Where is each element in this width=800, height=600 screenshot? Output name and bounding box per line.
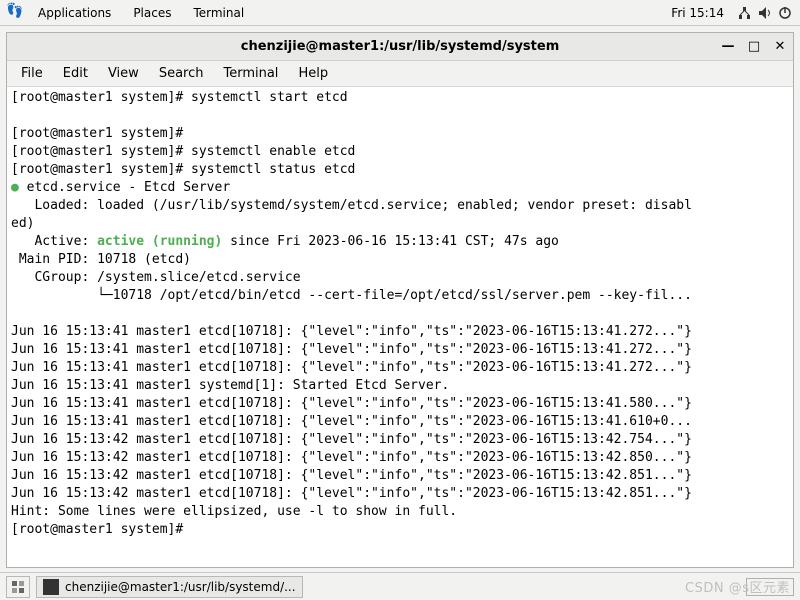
terminal-task-icon xyxy=(43,579,59,595)
window-title: chenzijie@master1:/usr/lib/systemd/syste… xyxy=(241,39,560,54)
applications-menu[interactable]: Applications xyxy=(28,2,121,24)
menu-terminal[interactable]: Terminal xyxy=(213,62,288,85)
bottom-panel: chenzijie@master1:/usr/lib/systemd/... xyxy=(0,572,800,600)
network-icon[interactable] xyxy=(736,4,754,22)
menubar: File Edit View Search Terminal Help xyxy=(7,61,793,87)
menu-view[interactable]: View xyxy=(98,62,149,85)
power-icon[interactable] xyxy=(776,4,794,22)
top-panel: Applications Places Terminal Fri 15:14 xyxy=(0,0,800,26)
menu-search[interactable]: Search xyxy=(149,62,214,85)
taskbar-item-terminal[interactable]: chenzijie@master1:/usr/lib/systemd/... xyxy=(36,576,303,598)
terminal-output[interactable]: [root@master1 system]# systemctl start e… xyxy=(7,87,793,567)
menu-edit[interactable]: Edit xyxy=(53,62,98,85)
active-app-label[interactable]: Terminal xyxy=(183,2,254,24)
terminal-window: chenzijie@master1:/usr/lib/systemd/syste… xyxy=(6,32,794,568)
taskbar-item-label: chenzijie@master1:/usr/lib/systemd/... xyxy=(65,580,296,594)
window-controls: — □ ✕ xyxy=(721,40,787,54)
titlebar[interactable]: chenzijie@master1:/usr/lib/systemd/syste… xyxy=(7,33,793,61)
show-desktop-button[interactable] xyxy=(6,576,30,598)
watermark: CSDN @s区元素 xyxy=(685,577,790,596)
clock[interactable]: Fri 15:14 xyxy=(661,2,734,24)
menu-help[interactable]: Help xyxy=(288,62,338,85)
top-panel-left: Applications Places Terminal xyxy=(6,2,254,24)
top-panel-right: Fri 15:14 xyxy=(661,2,794,24)
menu-file[interactable]: File xyxy=(11,62,53,85)
places-menu[interactable]: Places xyxy=(123,2,181,24)
maximize-button[interactable]: □ xyxy=(747,40,761,54)
minimize-button[interactable]: — xyxy=(721,40,735,54)
volume-icon[interactable] xyxy=(756,4,774,22)
gnome-logo-icon xyxy=(6,5,22,21)
close-button[interactable]: ✕ xyxy=(773,40,787,54)
